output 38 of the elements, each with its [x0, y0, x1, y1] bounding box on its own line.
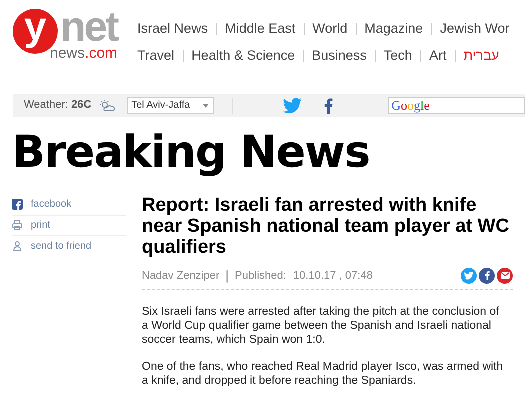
sun-cloud-icon	[100, 100, 115, 112]
facebook-icon[interactable]	[324, 98, 333, 114]
nav-link[interactable]: Middle East	[225, 20, 296, 38]
nav-link[interactable]: World	[312, 20, 348, 38]
article-paragraph: One of the fans, who reached Real Madrid player Isco, was armed with a knife, and dropped it before reaching the Spaniards.	[142, 360, 504, 388]
bird-icon[interactable]	[461, 268, 477, 284]
article-headline: Report: Israeli fan arrested with knife near Spanish national team player at WC qualifiers	[142, 195, 510, 258]
nav-link[interactable]: Jewish Wor	[440, 20, 510, 38]
author-name: Nadav Zenziper	[142, 268, 220, 284]
nav-link[interactable]: Travel	[138, 47, 175, 65]
person-icon	[12, 240, 23, 252]
mail-icon[interactable]	[497, 268, 513, 284]
bird-icon[interactable]	[282, 98, 302, 114]
search-field[interactable]: Google	[388, 97, 525, 114]
logo-tld: .com	[85, 46, 118, 61]
logo-text: net	[60, 8, 118, 46]
publish-date: 10.10.17 , 07:48	[293, 268, 373, 284]
nav-link[interactable]: Health & Science	[192, 47, 296, 65]
language-link[interactable]: עברית	[464, 47, 500, 65]
printer-icon	[12, 220, 23, 231]
share-link[interactable]: send to friend	[12, 236, 126, 256]
facebook-icon	[12, 199, 23, 210]
nav-link[interactable]: Art	[429, 47, 447, 65]
nav-link[interactable]: Israel News	[138, 20, 208, 38]
facebook-icon[interactable]	[479, 268, 495, 284]
nav-link[interactable]: Business	[312, 47, 367, 65]
published-label: Published:	[235, 268, 286, 284]
share-link[interactable]: print	[12, 216, 126, 236]
separator: |	[226, 267, 230, 285]
nav-link[interactable]: Tech	[384, 47, 412, 65]
caret-icon	[202, 104, 209, 108]
article-paragraph: Six Israeli fans were arrested after taking the pitch at the conclusion of a World Cup qualifier game between the Spanish and Israeli national soccer teams, which Spain won 1:0.	[142, 304, 500, 346]
section-title: Breaking News	[12, 129, 371, 177]
share-link[interactable]: facebook	[12, 195, 126, 216]
temperature: 26C	[71, 98, 92, 114]
city-select[interactable]: Tel Aviv-Jaffa	[126, 97, 214, 114]
weather-label: Weather:	[24, 98, 68, 114]
nav-link[interactable]: Magazine	[364, 20, 424, 38]
